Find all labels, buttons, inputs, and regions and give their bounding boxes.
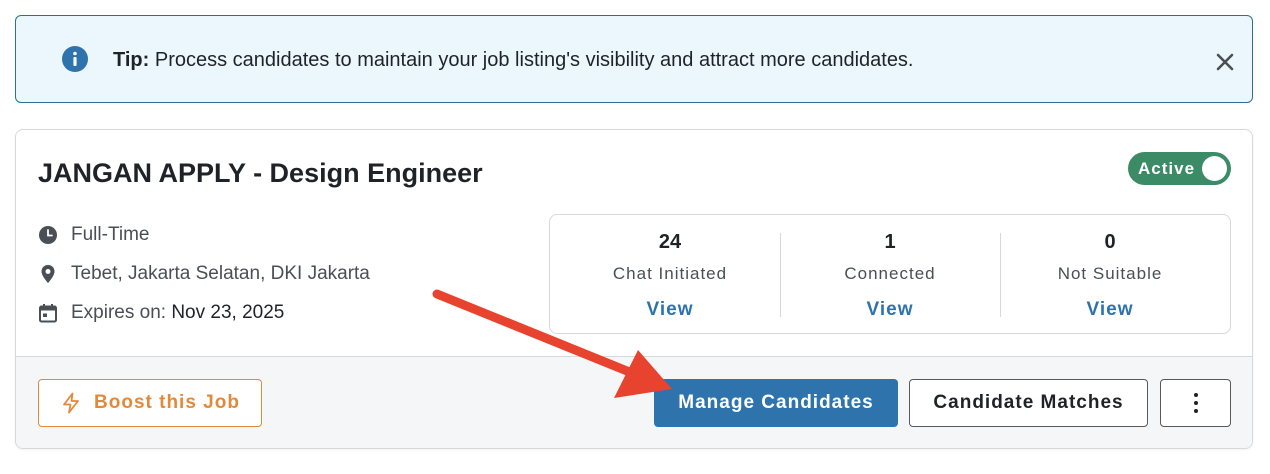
- expiry-row: Expires on: Nov 23, 2025: [38, 302, 284, 324]
- toggle-knob: [1202, 156, 1227, 181]
- view-chat-initiated-link[interactable]: View: [560, 299, 780, 321]
- tip-banner: Tip: Process candidates to maintain your…: [15, 15, 1253, 103]
- expires-label: Expires on:: [71, 302, 167, 323]
- manage-candidates-button[interactable]: Manage Candidates: [654, 379, 898, 427]
- location-row: Tebet, Jakarta Selatan, DKI Jakarta: [38, 263, 370, 285]
- lightning-icon: [63, 392, 79, 414]
- tip-message: Process candidates to maintain your job …: [154, 49, 914, 71]
- boost-job-button[interactable]: Boost this Job: [38, 379, 262, 427]
- info-icon: [62, 46, 88, 72]
- boost-job-label: Boost this Job: [94, 392, 240, 413]
- calendar-icon: [39, 304, 57, 323]
- location-pin-icon: [41, 265, 55, 283]
- tip-text: Tip: Process candidates to maintain your…: [113, 49, 914, 72]
- view-connected-link[interactable]: View: [780, 299, 1000, 321]
- employment-type-row: Full-Time: [38, 224, 149, 246]
- stat-not-suitable: 0 Not Suitable View: [1000, 215, 1220, 335]
- location: Tebet, Jakarta Selatan, DKI Jakarta: [71, 263, 370, 284]
- expires-date: Nov 23, 2025: [171, 302, 285, 323]
- more-vertical-icon: [1193, 393, 1198, 413]
- employment-type: Full-Time: [71, 224, 150, 245]
- more-options-button[interactable]: [1160, 379, 1231, 427]
- candidate-matches-button[interactable]: Candidate Matches: [909, 379, 1148, 427]
- stat-count: 1: [884, 231, 896, 253]
- clock-icon: [39, 226, 57, 244]
- candidate-stats-panel: 24 Chat Initiated View 1 Connected View …: [549, 214, 1231, 334]
- stat-chat-initiated: 24 Chat Initiated View: [560, 215, 780, 335]
- stat-label: Chat Initiated: [612, 264, 728, 283]
- stat-count: 24: [658, 231, 682, 253]
- status-toggle-label: Active: [1138, 159, 1196, 178]
- status-toggle[interactable]: Active: [1128, 152, 1231, 185]
- stat-label: Connected: [844, 264, 936, 283]
- card-footer: Boost this Job Manage Candidates Candida…: [16, 356, 1252, 448]
- close-icon[interactable]: [1212, 49, 1238, 75]
- stat-connected: 1 Connected View: [780, 215, 1000, 335]
- stat-label: Not Suitable: [1057, 264, 1163, 283]
- view-not-suitable-link[interactable]: View: [1000, 299, 1220, 321]
- stat-count: 0: [1104, 231, 1116, 253]
- job-title[interactable]: JANGAN APPLY - Design Engineer: [38, 158, 483, 189]
- tip-bold-label: Tip:: [113, 49, 150, 71]
- job-card: JANGAN APPLY - Design Engineer Active Fu…: [15, 129, 1253, 449]
